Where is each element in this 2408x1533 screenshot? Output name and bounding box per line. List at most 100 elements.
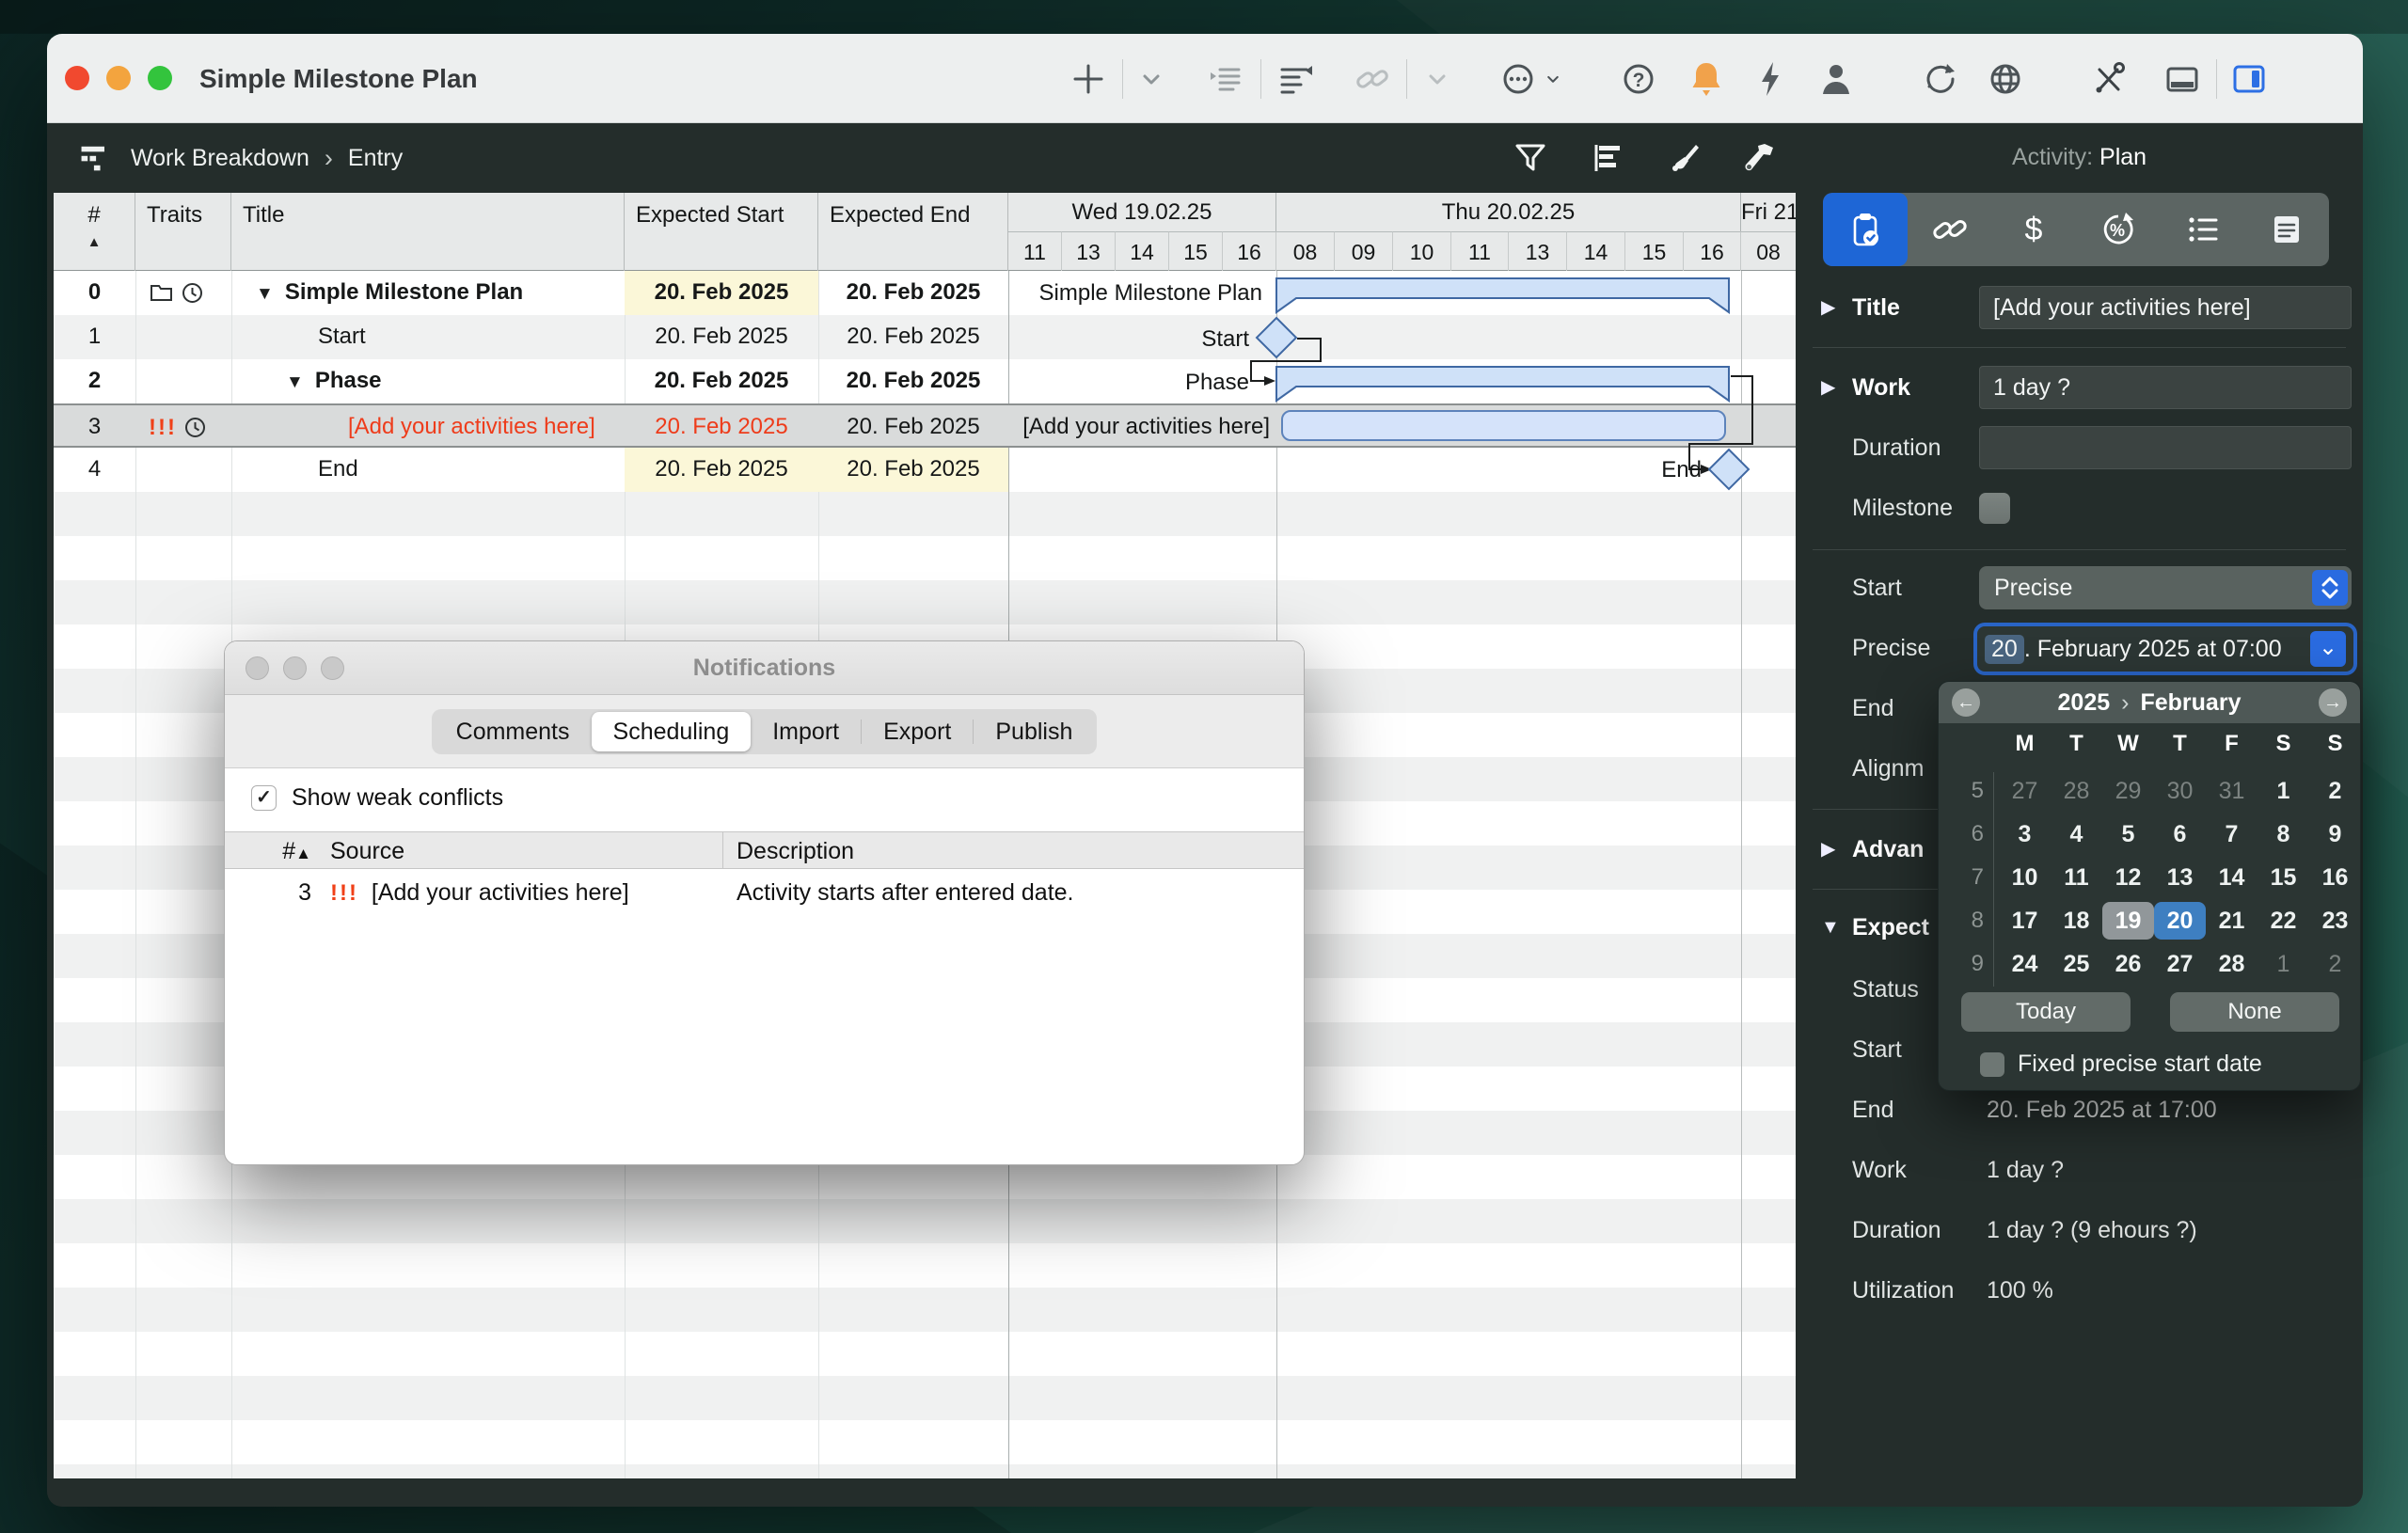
calendar-day[interactable]: 11 [2051, 859, 2102, 896]
filter-funnel-icon[interactable] [1510, 137, 1551, 179]
inactive-zoom-button[interactable] [321, 656, 344, 680]
gantt-day-header[interactable]: Fri 21 [1741, 193, 1796, 231]
calendar-day[interactable]: 27 [2154, 945, 2206, 983]
tab-cost[interactable]: $ [1991, 193, 2076, 266]
breadcrumb[interactable]: Work Breakdown › Entry [74, 123, 403, 193]
next-month-button[interactable]: → [2319, 688, 2347, 717]
calendar-day[interactable]: 13 [2154, 859, 2206, 896]
start-mode-dropdown[interactable]: Precise [1979, 566, 2352, 609]
calendar-day[interactable]: 6 [2154, 815, 2206, 853]
column-header-source[interactable]: Source [330, 832, 404, 870]
fixed-precise-start-checkbox[interactable] [1980, 1052, 2004, 1077]
calendar-day[interactable]: 1 [2258, 945, 2309, 983]
milestone-diamond-end[interactable] [1709, 450, 1749, 489]
user-icon[interactable] [1815, 58, 1857, 100]
close-window-button[interactable] [65, 66, 89, 90]
calendar-year[interactable]: 2025 [2058, 689, 2111, 717]
tab-progress[interactable]: % [2076, 193, 2161, 266]
outline-structure-icon[interactable] [1586, 137, 1627, 179]
previous-month-button[interactable]: ← [1952, 688, 1980, 717]
calendar-day[interactable]: 30 [2154, 772, 2206, 810]
work-field[interactable]: 1 day ? [1979, 366, 2352, 409]
calendar-day[interactable]: 22 [2258, 902, 2309, 940]
show-weak-conflicts-checkbox[interactable]: ✓ [251, 785, 277, 811]
calendar-day[interactable]: 3 [1999, 815, 2051, 853]
calendar-day[interactable]: 14 [2206, 859, 2258, 896]
column-header-description[interactable]: Description [737, 832, 854, 870]
calendar-day[interactable]: 12 [2102, 859, 2154, 896]
quick-entry-bolt-icon[interactable] [1750, 58, 1791, 100]
none-button[interactable]: None [2170, 992, 2339, 1032]
calendar-day[interactable]: 10 [1999, 859, 2051, 896]
today-button[interactable]: Today [1961, 992, 2131, 1032]
calendar-day[interactable]: 16 [2309, 859, 2361, 896]
tab-activity[interactable] [1823, 193, 1908, 266]
inactive-minimize-button[interactable] [283, 656, 307, 680]
calendar-day[interactable]: 23 [2309, 902, 2361, 940]
expected-end-cell[interactable]: 20. Feb 2025 [818, 315, 1008, 359]
column-header-expected-start[interactable]: Expected Start [625, 193, 818, 271]
tab-import[interactable]: Import [751, 712, 861, 751]
calendar-day[interactable]: 2 [2309, 772, 2361, 810]
calendar-month[interactable]: February [2140, 689, 2241, 717]
calendar-day[interactable]: 8 [2258, 815, 2309, 853]
add-icon[interactable] [1068, 58, 1109, 100]
column-header-expected-end[interactable]: Expected End [818, 193, 1008, 271]
breadcrumb-section[interactable]: Work Breakdown [131, 145, 309, 172]
disclosure-triangle[interactable]: ▼ [256, 273, 274, 315]
expected-start-cell[interactable]: 20. Feb 2025 [625, 359, 818, 403]
breadcrumb-page[interactable]: Entry [348, 145, 403, 172]
disclosure-triangle[interactable]: ▶ [1821, 366, 1835, 409]
title-cell[interactable]: [Add your activities here] [231, 405, 625, 450]
expected-start-cell[interactable]: 20. Feb 2025 [625, 405, 818, 450]
milestone-diamond-start[interactable] [1257, 318, 1296, 357]
column-header-number[interactable]: #▲ [54, 193, 135, 271]
tab-scheduling[interactable]: Scheduling [592, 712, 752, 751]
expected-end-cell[interactable]: 20. Feb 2025 [818, 359, 1008, 403]
chevron-down-icon[interactable] [1131, 58, 1172, 100]
calendar-day[interactable]: 17 [1999, 902, 2051, 940]
calendar-day-selected[interactable]: 20 [2154, 902, 2206, 940]
disclosure-triangle[interactable]: ▼ [1821, 906, 1840, 949]
tab-checklist[interactable] [2161, 193, 2245, 266]
disclosure-triangle[interactable]: ▶ [1821, 828, 1835, 871]
tab-comments[interactable]: Comments [435, 712, 592, 751]
tab-export[interactable]: Export [862, 712, 973, 751]
expected-end-cell[interactable]: 20. Feb 2025 [818, 448, 1008, 492]
summary-bar-phase[interactable] [1276, 367, 1729, 401]
sync-icon[interactable] [1919, 58, 1960, 100]
notifications-bell-icon[interactable] [1686, 58, 1727, 100]
conflict-row[interactable]: 3 !!! [Add your activities here] Activit… [225, 869, 1304, 916]
title-field[interactable]: [Add your activities here] [1979, 286, 2352, 329]
column-header-number[interactable]: #▲ [225, 832, 311, 873]
calendar-day[interactable]: 26 [2102, 945, 2154, 983]
more-circle-icon[interactable] [1497, 58, 1539, 100]
title-cell[interactable]: Start [231, 315, 625, 359]
tab-links[interactable] [1908, 193, 1992, 266]
calendar-day[interactable]: 28 [2051, 772, 2102, 810]
inactive-close-button[interactable] [246, 656, 269, 680]
selected-date-token[interactable]: 20 [1985, 635, 2024, 664]
calendar-day[interactable]: 4 [2051, 815, 2102, 853]
settings-tools-icon[interactable] [2088, 58, 2130, 100]
precise-date-field[interactable]: 20 . February 2025 at 07:00 ⌄ [1977, 626, 2353, 672]
summary-bar-plan[interactable] [1276, 278, 1729, 312]
format-wrench-icon[interactable] [1738, 137, 1780, 179]
calendar-day[interactable]: 5 [2102, 815, 2154, 853]
activity-bar[interactable] [1282, 411, 1725, 440]
publish-globe-icon[interactable] [1985, 58, 2026, 100]
expected-start-cell[interactable]: 20. Feb 2025 [625, 315, 818, 359]
style-brush-icon[interactable] [1662, 137, 1703, 179]
date-dropdown-button[interactable]: ⌄ [2310, 631, 2346, 667]
calendar-day[interactable]: 15 [2258, 859, 2309, 896]
calendar-day[interactable]: 18 [2051, 902, 2102, 940]
chevron-down-icon[interactable] [1417, 58, 1458, 100]
right-panel-icon[interactable] [2228, 58, 2270, 100]
zoom-window-button[interactable] [148, 66, 172, 90]
calendar-day-today[interactable]: 19 [2102, 902, 2154, 940]
indent-icon[interactable] [1204, 58, 1245, 100]
column-header-traits[interactable]: Traits [135, 193, 231, 271]
milestone-checkbox[interactable] [1979, 493, 2010, 524]
tab-publish[interactable]: Publish [974, 712, 1094, 751]
column-header-title[interactable]: Title [231, 193, 625, 271]
